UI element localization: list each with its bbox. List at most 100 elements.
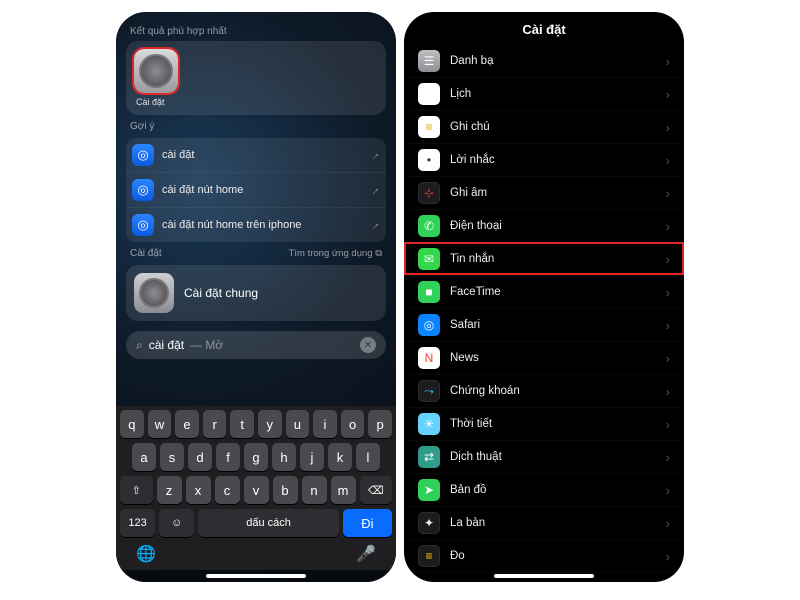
settings-row-label: FaceTime (450, 286, 656, 298)
gear-icon (139, 278, 169, 308)
app-icon: ✆ (418, 215, 440, 237)
key-k[interactable]: k (328, 443, 352, 471)
key-x[interactable]: x (186, 476, 211, 504)
key-z[interactable]: z (157, 476, 182, 504)
settings-row-label: Ghi chú (450, 121, 656, 133)
chevron-right-icon: › (666, 252, 670, 267)
settings-row-danh-bạ[interactable]: ☰Danh bạ› (404, 45, 684, 77)
key-p[interactable]: p (368, 410, 392, 438)
chevron-right-icon: › (666, 186, 670, 201)
key-y[interactable]: y (258, 410, 282, 438)
suggestion-row[interactable]: ◎cài đặt nút home trên iphone→ (126, 207, 386, 242)
inapp-result[interactable]: Cài đặt chung (126, 265, 386, 321)
key-w[interactable]: w (148, 410, 172, 438)
home-indicator[interactable] (206, 574, 306, 578)
settings-row-la-bàn[interactable]: ✦La bàn› (404, 506, 684, 539)
app-icon: ▦ (418, 83, 440, 105)
top-hit-card[interactable]: Cài đặt (126, 41, 386, 115)
settings-row-chứng-khoán[interactable]: ⤳Chứng khoán› (404, 374, 684, 407)
settings-row-bản-đồ[interactable]: ➤Bản đồ› (404, 473, 684, 506)
settings-row-lời-nhắc[interactable]: •Lời nhắc› (404, 143, 684, 176)
key-123[interactable]: 123 (120, 509, 155, 537)
app-icon: ✦ (418, 512, 440, 534)
chevron-right-icon: › (666, 120, 670, 135)
settings-general-icon (134, 273, 174, 313)
key-j[interactable]: j (300, 443, 324, 471)
keyboard[interactable]: qwertyuiop asdfghjkl ⇧zxcvbnm⌫ 123☺dấu c… (116, 406, 396, 570)
key-shift[interactable]: ⇧ (120, 476, 153, 504)
globe-icon[interactable]: 🌐 (136, 544, 156, 564)
suggestion-label: cài đặt (162, 149, 360, 161)
key-q[interactable]: q (120, 410, 144, 438)
key-l[interactable]: l (356, 443, 380, 471)
chevron-right-icon: › (666, 219, 670, 234)
clear-icon[interactable]: ✕ (360, 337, 376, 353)
search-in-app-link[interactable]: Tìm trong ứng dụng ⧉ (289, 248, 382, 259)
app-icon: • (418, 149, 440, 171)
arrow-icon: → (365, 181, 383, 199)
key-c[interactable]: c (215, 476, 240, 504)
safari-icon: ◎ (132, 214, 154, 236)
chevron-right-icon: › (666, 351, 670, 366)
key-h[interactable]: h (272, 443, 296, 471)
suggestions-list: ◎cài đặt→◎cài đặt nút home→◎cài đặt nút … (126, 138, 386, 242)
key-go[interactable]: Đi (343, 509, 392, 537)
key-v[interactable]: v (244, 476, 269, 504)
key-n[interactable]: n (302, 476, 327, 504)
key-d[interactable]: d (188, 443, 212, 471)
top-hit-label: Cài đặt (136, 97, 165, 107)
settings-row-ghi-chú[interactable]: ≡ Ghi chú › (404, 110, 684, 143)
settings-row-label: Danh bạ (450, 55, 656, 67)
suggestion-row[interactable]: ◎ cài đặt → (126, 138, 386, 172)
safari-icon: ◎ (132, 144, 154, 166)
key-m[interactable]: m (331, 476, 356, 504)
settings-row-dịch-thuật[interactable]: ⇄Dịch thuật› (404, 440, 684, 473)
key-space[interactable]: dấu cách (198, 509, 339, 537)
chevron-right-icon: › (666, 450, 670, 465)
settings-row-label: Lịch (450, 88, 656, 100)
settings-row-điện-thoại[interactable]: ✆Điện thoại› (404, 209, 684, 242)
key-o[interactable]: o (341, 410, 365, 438)
settings-app-icon[interactable] (134, 49, 178, 93)
key-emoji[interactable]: ☺ (159, 509, 194, 537)
key-g[interactable]: g (244, 443, 268, 471)
key-b[interactable]: b (273, 476, 298, 504)
section-label-best-match: Kết quả phù hợp nhất (130, 26, 382, 37)
app-icon: ≡ (418, 116, 440, 138)
key-u[interactable]: u (286, 410, 310, 438)
key-a[interactable]: a (132, 443, 156, 471)
inapp-result-label: Cài đặt chung (184, 286, 258, 300)
app-icon: ■ (418, 281, 440, 303)
chevron-right-icon: › (666, 417, 670, 432)
settings-row-thời-tiết[interactable]: ☀Thời tiết› (404, 407, 684, 440)
key-t[interactable]: t (230, 410, 254, 438)
settings-row-ghi-âm[interactable]: ⊹Ghi âm› (404, 176, 684, 209)
settings-row-label: Chứng khoán (450, 385, 656, 397)
section-label-suggestions: Gợi ý (130, 121, 382, 132)
key-r[interactable]: r (203, 410, 227, 438)
settings-row-đo[interactable]: ≡Đo› (404, 539, 684, 572)
settings-row-tin-nhắn[interactable]: ✉Tin nhắn› (404, 242, 684, 275)
settings-row-label: Dịch thuật (450, 451, 656, 463)
settings-row-label: Bản đồ (450, 484, 656, 496)
key-s[interactable]: s (160, 443, 184, 471)
settings-row-label: Ghi âm (450, 187, 656, 199)
suggestion-row[interactable]: ◎cài đặt nút home→ (126, 172, 386, 207)
key-i[interactable]: i (313, 410, 337, 438)
settings-row-safari[interactable]: ◎Safari› (404, 308, 684, 341)
settings-row-facetime[interactable]: ■ FaceTime › (404, 275, 684, 308)
home-indicator[interactable] (494, 574, 594, 578)
chevron-right-icon: › (666, 285, 670, 300)
mic-icon[interactable]: 🎤 (356, 544, 376, 564)
arrow-icon: → (365, 146, 383, 164)
settings-row-lịch[interactable]: ▦Lịch› (404, 77, 684, 110)
settings-row-news[interactable]: NNews› (404, 341, 684, 374)
safari-icon: ◎ (132, 179, 154, 201)
key-delete[interactable]: ⌫ (360, 476, 393, 504)
chevron-right-icon: › (666, 153, 670, 168)
chevron-right-icon: › (666, 318, 670, 333)
settings-row-label: Thời tiết (450, 418, 656, 430)
search-field[interactable]: ⌕ cài đặt — Mở ✕ (126, 331, 386, 359)
key-e[interactable]: e (175, 410, 199, 438)
key-f[interactable]: f (216, 443, 240, 471)
